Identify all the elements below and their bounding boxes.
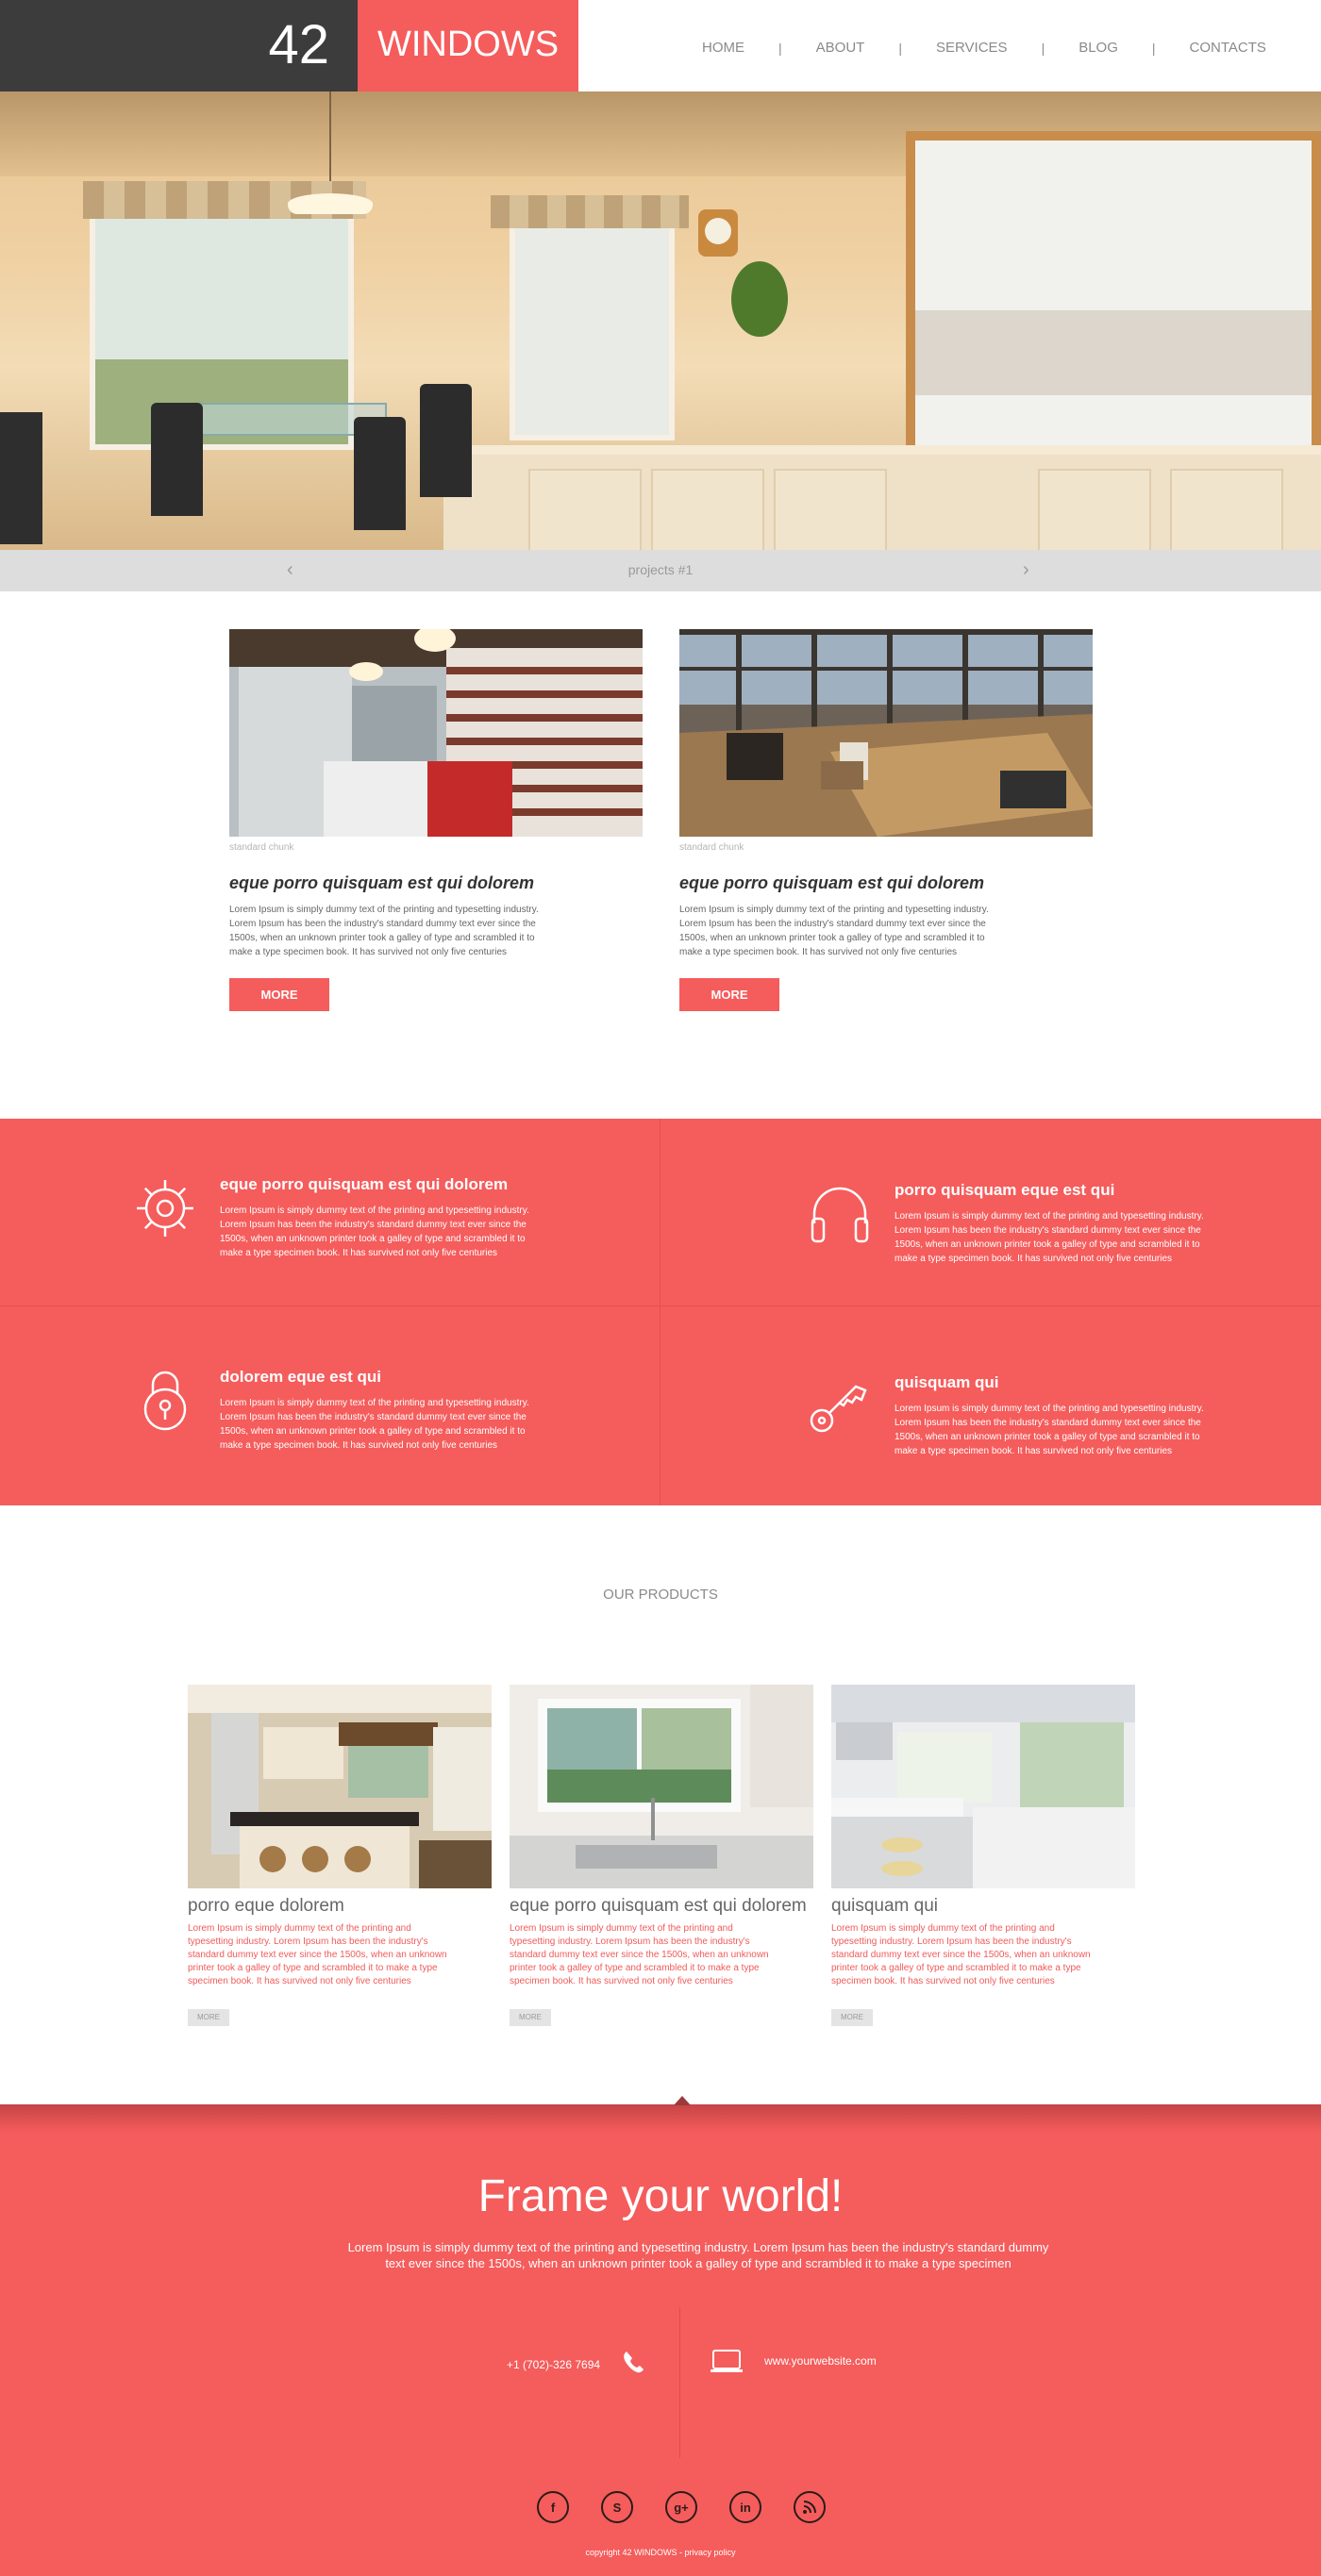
hero-window-middle bbox=[510, 219, 675, 440]
facebook-icon[interactable]: f bbox=[537, 2491, 569, 2523]
headphones-icon bbox=[811, 1187, 869, 1243]
slider-bar: ‹ projects #1 › bbox=[0, 550, 1321, 591]
privacy-policy-link[interactable]: privacy policy bbox=[685, 2548, 736, 2557]
footer: Frame your world! Lorem Ipsum is simply … bbox=[0, 2096, 1321, 2576]
main-nav: HOME | ABOUT | SERVICES | BLOG | CONTACT… bbox=[702, 40, 1266, 56]
feature-text: Lorem Ipsum is simply dummy text of the … bbox=[220, 1398, 529, 1451]
hero-window-right bbox=[906, 131, 1321, 461]
feature-title: quisquam qui bbox=[895, 1373, 999, 1391]
logo-number-block[interactable]: 42 bbox=[0, 0, 358, 91]
nav-about[interactable]: ABOUT bbox=[816, 40, 865, 56]
product-text: Lorem Ipsum is simply dummy text of the … bbox=[831, 1923, 1091, 1986]
hero-chair bbox=[354, 417, 406, 530]
product-title: porro eque dolorem bbox=[188, 1896, 344, 1916]
feature-text: Lorem Ipsum is simply dummy text of the … bbox=[220, 1205, 529, 1258]
product-image[interactable] bbox=[188, 1685, 492, 1888]
hero-lamp-cord bbox=[329, 91, 331, 193]
features-section: eque porro quisquam est qui dolorem Lore… bbox=[0, 1119, 1321, 1505]
feature-title: porro quisquam eque est qui bbox=[895, 1181, 1115, 1199]
product-more-button[interactable]: MORE bbox=[188, 2009, 229, 2026]
article-image-loft[interactable] bbox=[679, 629, 1093, 837]
footer-copyright: copyright 42 WINDOWS - privacy policy bbox=[0, 2548, 1321, 2557]
laptop-icon bbox=[711, 2350, 743, 2372]
phone-icon bbox=[624, 2352, 644, 2373]
nav-blog[interactable]: BLOG bbox=[1079, 40, 1118, 56]
hero-blind-middle bbox=[491, 195, 689, 228]
feature-title: dolorem eque est qui bbox=[220, 1368, 381, 1386]
nav-contacts[interactable]: CONTACTS bbox=[1190, 40, 1266, 56]
product-text: Lorem Ipsum is simply dummy text of the … bbox=[510, 1923, 769, 1986]
logo-word-block[interactable]: WINDOWS bbox=[358, 0, 578, 91]
article-card: standard chunk eque porro quisquam est q… bbox=[679, 629, 1095, 1011]
article-text: Lorem Ipsum is simply dummy text of the … bbox=[229, 905, 539, 957]
key-icon bbox=[810, 1385, 867, 1433]
product-more-button[interactable]: MORE bbox=[510, 2009, 551, 2026]
footer-top-shadow bbox=[0, 2104, 1321, 2133]
hero-plant bbox=[731, 261, 788, 337]
product-image[interactable] bbox=[510, 1685, 813, 1888]
product-image[interactable] bbox=[831, 1685, 1135, 1888]
hero-clock bbox=[698, 209, 738, 257]
footer-notch bbox=[674, 2096, 691, 2105]
header: 42 WINDOWS HOME | ABOUT | SERVICES | BLO… bbox=[0, 0, 1321, 91]
nav-separator: | bbox=[1041, 40, 1045, 56]
article-image-caption: standard chunk bbox=[679, 842, 744, 853]
nav-services[interactable]: SERVICES bbox=[936, 40, 1008, 56]
product-text: Lorem Ipsum is simply dummy text of the … bbox=[188, 1923, 447, 1986]
article-text: Lorem Ipsum is simply dummy text of the … bbox=[679, 905, 989, 957]
footer-phone[interactable]: +1 (702)-326 7694 bbox=[507, 2358, 600, 2371]
product-more-button[interactable]: MORE bbox=[831, 2009, 873, 2026]
copyright-text: copyright 42 WINDOWS - bbox=[585, 2548, 682, 2557]
products-heading: OUR PRODUCTS bbox=[603, 1587, 718, 1603]
nav-separator: | bbox=[898, 40, 902, 56]
linkedin-icon[interactable]: in bbox=[729, 2491, 761, 2523]
product-title: quisquam qui bbox=[831, 1896, 939, 1916]
footer-headline: Frame your world! bbox=[477, 2171, 844, 2221]
nav-separator: | bbox=[778, 40, 782, 56]
feature-title: eque porro quisquam est qui dolorem bbox=[220, 1175, 509, 1193]
footer-lead-text: Lorem Ipsum is simply dummy text of the … bbox=[347, 2240, 1049, 2270]
hero-cabinet bbox=[774, 469, 887, 550]
rss-icon[interactable] bbox=[794, 2491, 826, 2523]
article-card: standard chunk eque porro quisquam est q… bbox=[229, 629, 644, 1011]
gear-icon bbox=[137, 1180, 193, 1237]
skype-icon[interactable]: S bbox=[601, 2491, 633, 2523]
hero-pendant-lamp bbox=[288, 193, 373, 214]
google-plus-icon[interactable]: g+ bbox=[665, 2491, 697, 2523]
article-image-caption: standard chunk bbox=[229, 842, 294, 853]
slider-next-arrow[interactable]: › bbox=[1023, 559, 1029, 581]
slider-caption: projects #1 bbox=[627, 562, 694, 577]
feature-text: Lorem Ipsum is simply dummy text of the … bbox=[895, 1404, 1204, 1456]
product-card: quisquam qui Lorem Ipsum is simply dummy… bbox=[831, 1685, 1135, 2026]
hero-cabinet bbox=[651, 469, 764, 550]
feature-text: Lorem Ipsum is simply dummy text of the … bbox=[895, 1211, 1204, 1264]
article-title: eque porro quisquam est qui dolorem bbox=[229, 873, 535, 892]
logo-number: 42 bbox=[268, 14, 329, 75]
footer-divider bbox=[679, 2307, 680, 2458]
hero-chair bbox=[420, 384, 472, 497]
product-card: eque porro quisquam est qui dolorem Lore… bbox=[510, 1685, 813, 2026]
logo-word: WINDOWS bbox=[377, 25, 560, 64]
hero-cabinet bbox=[528, 469, 642, 550]
hero-chair bbox=[151, 403, 203, 516]
social-links: f S g+ in bbox=[537, 2491, 826, 2523]
padlock-icon bbox=[143, 1371, 187, 1431]
article-title: eque porro quisquam est qui dolorem bbox=[679, 873, 985, 892]
article-more-button[interactable]: MORE bbox=[229, 978, 329, 1011]
product-card: porro eque dolorem Lorem Ipsum is simply… bbox=[188, 1685, 492, 2026]
hero-speaker bbox=[0, 412, 42, 544]
nav-home[interactable]: HOME bbox=[702, 40, 744, 56]
nav-separator: | bbox=[1151, 40, 1156, 56]
article-more-button[interactable]: MORE bbox=[679, 978, 779, 1011]
hero-cabinet bbox=[1170, 469, 1283, 550]
hero-cabinet bbox=[1038, 469, 1151, 550]
article-image-interior[interactable] bbox=[229, 629, 643, 837]
hero-image-kitchen bbox=[0, 91, 1321, 550]
product-title: eque porro quisquam est qui dolorem bbox=[510, 1896, 807, 1916]
features-divider-horizontal bbox=[0, 1305, 1321, 1306]
footer-website[interactable]: www.yourwebsite.com bbox=[764, 2354, 877, 2368]
